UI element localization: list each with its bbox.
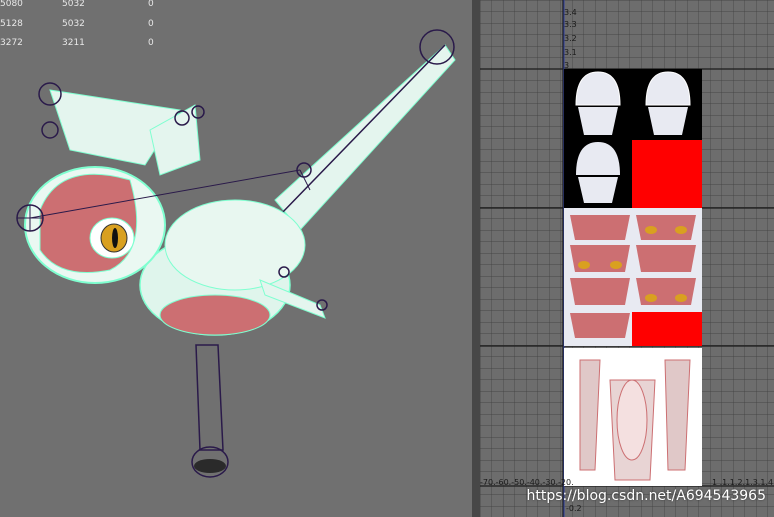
uv-v-label: -0.2 (566, 504, 582, 513)
uv-face-shell (636, 278, 696, 305)
uv-shell (578, 177, 618, 203)
watermark-text: https://blog.csdn.net/A694543965 (526, 488, 767, 504)
uv-face-shell (570, 278, 630, 305)
hud-value: 0 (148, 19, 154, 29)
hud-row: 5080 5032 0 (0, 0, 170, 12)
3d-viewport[interactable]: 5080 5032 0 5128 5032 0 3272 3211 0 (0, 0, 472, 517)
uv-face-shell (636, 245, 696, 272)
uv-eye (645, 294, 657, 302)
panel-divider[interactable] (472, 0, 480, 517)
uv-v-label: 3.3 (564, 20, 577, 29)
hud-value: 5080 (0, 0, 23, 9)
uv-face-shell (570, 215, 630, 240)
eye-pupil (112, 228, 118, 248)
hud-value: 3272 (0, 38, 23, 48)
tail-spike (274, 44, 456, 231)
hud-value: 3211 (62, 38, 85, 48)
hud-row: 3272 3211 0 (0, 39, 170, 51)
hud-value: 5128 (0, 19, 23, 29)
uv-v-label: 3 (564, 61, 570, 70)
uv-shell (578, 107, 618, 135)
uv-red-block (632, 140, 702, 208)
hud-value: 0 (148, 38, 154, 48)
uv-u-labels: 1 .1.1.2.1.3.1.4 (712, 478, 774, 487)
uv-v-label: 3.2 (564, 34, 577, 43)
hud-row: 5128 5032 0 (0, 20, 170, 32)
uv-body-shell (616, 379, 648, 461)
hud-value: 5032 (62, 19, 85, 29)
uv-red-block (632, 312, 702, 346)
lower-bone (195, 344, 224, 451)
uv-v-label: 3.4 (564, 8, 577, 17)
uv-v-label: 3.1 (564, 48, 577, 57)
tail-bone (279, 44, 446, 216)
uv-face-shell (570, 245, 630, 272)
hud-value: 0 (148, 0, 154, 9)
belly (159, 294, 271, 336)
uv-face-shell (636, 215, 696, 240)
uv-u-labels: -70.-60.-50.-40.-30.-20. (480, 478, 574, 487)
uv-eye (675, 294, 687, 302)
uv-texture-editor[interactable]: 3.4 3.3 3.2 3.1 3 -70.-60.-50.-40.-30.-2… (480, 0, 774, 517)
uv-eye (675, 226, 687, 234)
uv-face-shell (570, 313, 630, 338)
uv-canvas[interactable] (480, 0, 774, 517)
hud-value: 5032 (62, 0, 85, 9)
uv-body-shell (664, 359, 691, 471)
uv-eye (578, 261, 590, 269)
lower-joint-shadow (194, 459, 226, 473)
fin-joint-2[interactable] (41, 121, 59, 139)
uv-eye (610, 261, 622, 269)
uv-shell (648, 107, 688, 135)
uv-eye (645, 226, 657, 234)
model-viewport-canvas[interactable] (0, 0, 472, 517)
